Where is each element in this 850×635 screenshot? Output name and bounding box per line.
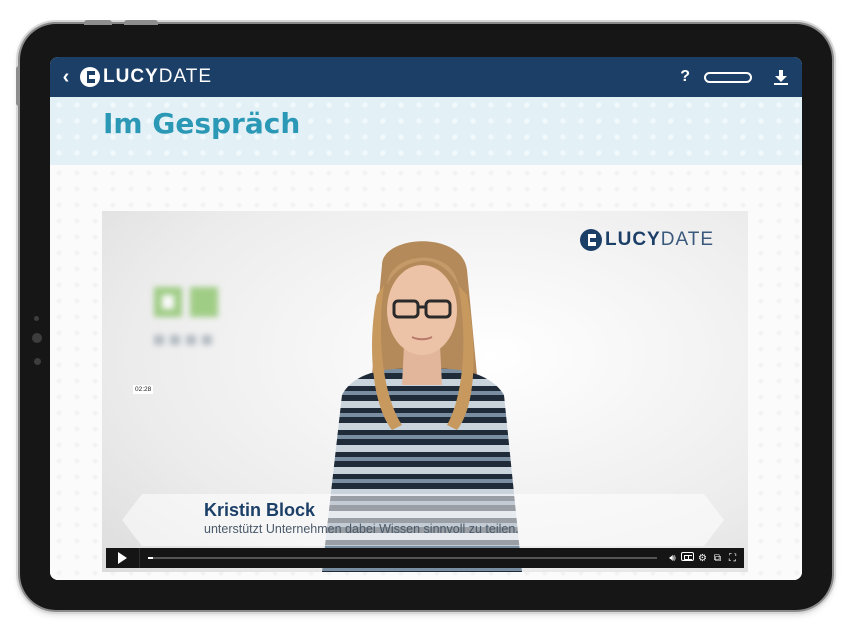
logo-mark-icon	[580, 229, 602, 251]
course-progress-bar	[704, 71, 752, 83]
logo-text-light: DATE	[158, 66, 212, 87]
picture-in-picture-icon[interactable]: ⧉	[710, 553, 725, 564]
chevron-left-icon[interactable]: ‹	[54, 66, 78, 89]
sensor-dot	[32, 333, 42, 343]
hardware-button-top	[124, 20, 158, 25]
speaker-name: Kristin Block	[204, 500, 316, 520]
fullscreen-icon[interactable]: ⛶	[725, 553, 740, 564]
seek-track	[148, 557, 657, 559]
video-logo-light: DATE	[660, 229, 714, 250]
sensor-dot	[34, 358, 41, 365]
closed-captions-icon[interactable]	[680, 552, 695, 564]
video-player[interactable]: LUCY DATE Kristin Block unterstützt Unte…	[102, 211, 748, 572]
help-button[interactable]: ?	[680, 68, 690, 86]
background-poster	[154, 287, 218, 345]
seek-progress	[148, 557, 154, 559]
time-tooltip: 02:28	[133, 385, 154, 394]
video-controls: 🔊︎ ⚙ ⧉ ⛶	[106, 548, 744, 568]
app-logo: LUCY DATE	[80, 66, 212, 88]
gear-icon[interactable]: ⚙	[695, 553, 710, 564]
header-actions: ?	[680, 57, 788, 97]
screen: ‹ LUCY DATE ? Im Gespräch LUCY DATE Kris…	[50, 57, 802, 580]
hardware-button-top	[84, 20, 112, 25]
app-header: ‹ LUCY DATE ?	[50, 57, 802, 97]
video-logo-strong: LUCY	[605, 229, 661, 250]
speaker-description: unterstützt Unternehmen dabei Wissen sin…	[204, 522, 519, 536]
logo-text-strong: LUCY	[103, 66, 159, 87]
logo-mark-icon	[80, 67, 100, 87]
volume-icon[interactable]: 🔊︎	[665, 553, 680, 564]
camera-icon	[34, 316, 39, 321]
seek-bar[interactable]	[148, 548, 657, 568]
play-button[interactable]	[106, 548, 140, 568]
hardware-button-side	[16, 66, 20, 106]
page-title: Im Gespräch	[103, 107, 301, 140]
heading-band: Im Gespräch	[50, 97, 802, 165]
download-icon[interactable]	[774, 69, 788, 85]
video-logo: LUCY DATE	[580, 229, 714, 251]
